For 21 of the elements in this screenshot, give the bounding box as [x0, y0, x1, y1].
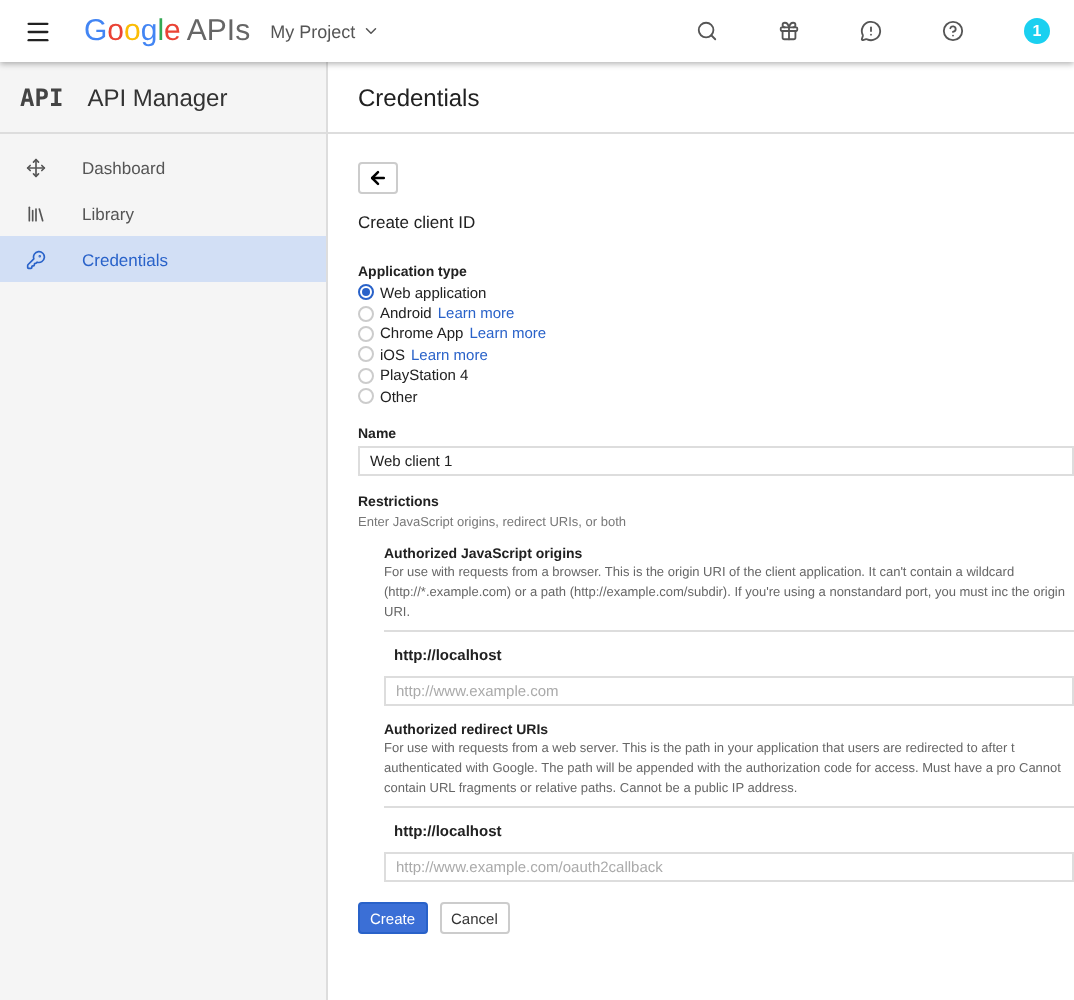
page-title: Credentials [358, 83, 480, 111]
library-icon [26, 203, 46, 223]
feedback-icon[interactable] [860, 20, 882, 42]
gift-icon[interactable] [778, 20, 800, 42]
back-button[interactable] [358, 162, 398, 194]
menu-icon[interactable] [24, 17, 52, 45]
brand-logo: Google APIs [84, 14, 251, 48]
search-icon[interactable] [696, 20, 718, 42]
sidebar-item[interactable]: Library [0, 190, 326, 236]
sidebar-item[interactable]: Dashboard [0, 144, 326, 190]
caret-icon [361, 22, 380, 40]
help-icon[interactable] [942, 20, 964, 42]
sidebar-item[interactable]: Credentials [0, 236, 326, 282]
move-arrows-icon [26, 157, 46, 177]
form-heading: Create client ID [358, 212, 478, 232]
key-icon [26, 249, 46, 269]
project-selector[interactable]: My Project [270, 21, 380, 41]
api-logo: API [20, 83, 64, 111]
sidebar-title: API Manager [87, 83, 228, 111]
back-arrow-icon [368, 168, 388, 188]
radio-button[interactable] [358, 284, 374, 301]
